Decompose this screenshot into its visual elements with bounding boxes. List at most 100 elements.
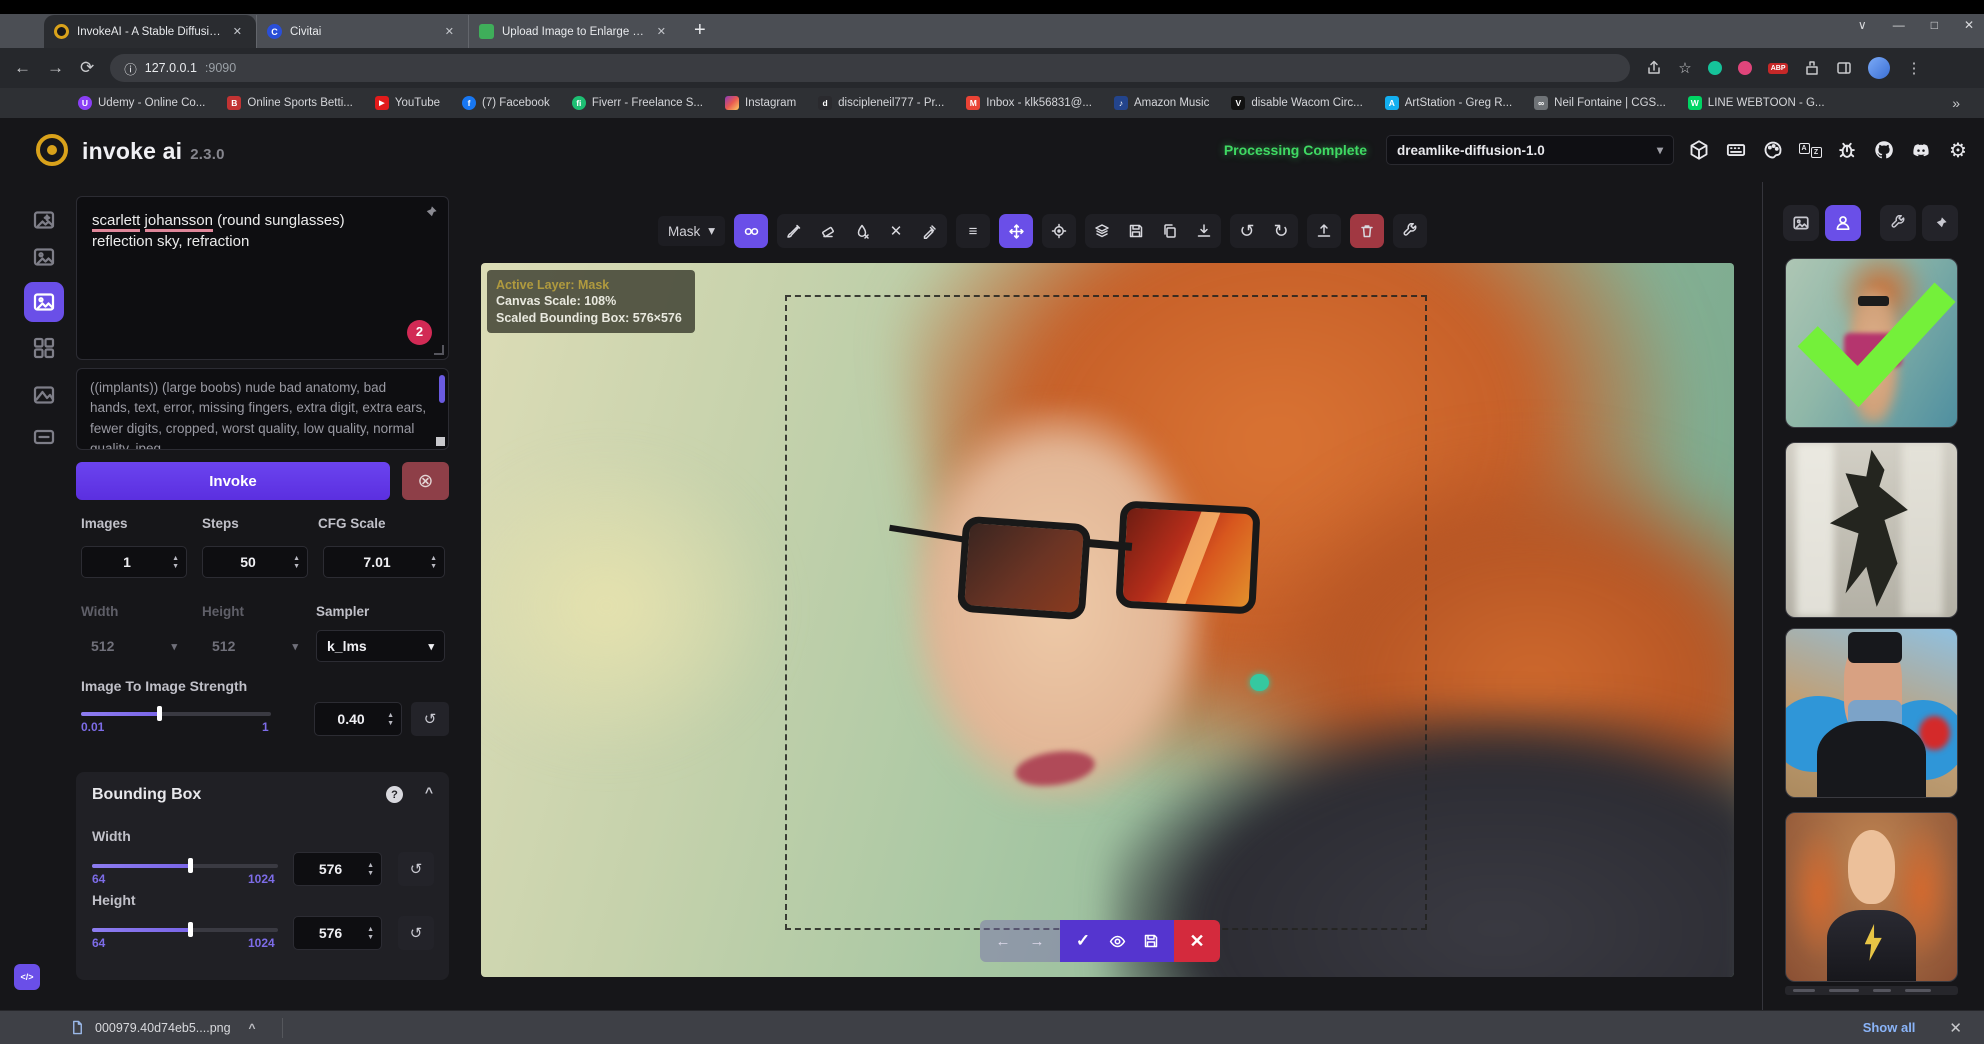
- download-item[interactable]: 000979.40d74eb5....png ^: [70, 1020, 256, 1035]
- fill-mask-icon[interactable]: [845, 214, 879, 248]
- resize-handle[interactable]: [436, 437, 445, 446]
- i2i-strength-input[interactable]: 0.40 ▲▼: [314, 702, 402, 736]
- stepper-icons[interactable]: ▲▼: [430, 555, 444, 570]
- reload-icon[interactable]: ⟳: [80, 58, 94, 78]
- upload-image-icon[interactable]: [1307, 214, 1341, 248]
- reset-view-icon[interactable]: [1042, 214, 1076, 248]
- window-close-icon[interactable]: ✕: [1964, 18, 1974, 32]
- stepper-icons[interactable]: ▲▼: [172, 555, 186, 570]
- scrollbar-thumb[interactable]: [439, 375, 445, 403]
- tab-close-icon[interactable]: ✕: [229, 23, 246, 40]
- next-image-icon[interactable]: →: [1020, 924, 1054, 958]
- bookmark-sports[interactable]: BOnline Sports Betti...: [227, 96, 352, 110]
- canvas-viewport[interactable]: Active Layer: Mask Canvas Scale: 108% Sc…: [481, 263, 1734, 977]
- bookmark-webtoon[interactable]: WLINE WEBTOON - G...: [1688, 96, 1825, 110]
- address-bar[interactable]: ⓘ 127.0.0.1:9090: [110, 54, 1630, 82]
- previous-image-icon[interactable]: ←: [986, 924, 1020, 958]
- sampler-select[interactable]: k_lms▾: [316, 630, 445, 662]
- bookmark-facebook[interactable]: f(7) Facebook: [462, 96, 550, 110]
- clear-mask-icon[interactable]: ✕: [879, 214, 913, 248]
- undo-icon[interactable]: ↺: [1230, 214, 1264, 248]
- report-bug-icon[interactable]: [1835, 138, 1859, 162]
- invoke-button[interactable]: Invoke: [76, 462, 390, 500]
- gallery-scrollbar[interactable]: [1785, 986, 1958, 995]
- extensions-puzzle-icon[interactable]: [1804, 60, 1820, 76]
- help-icon[interactable]: ?: [386, 786, 403, 803]
- reset-icon[interactable]: ↺: [398, 916, 434, 950]
- collapse-icon[interactable]: ^: [425, 784, 433, 800]
- layer-select[interactable]: Mask ▾: [658, 216, 725, 246]
- github-icon[interactable]: [1872, 138, 1896, 162]
- bbox-width-input[interactable]: 576 ▲▼: [293, 852, 382, 886]
- bbox-height-input[interactable]: 576 ▲▼: [293, 916, 382, 950]
- merge-layers-icon[interactable]: [1085, 214, 1119, 248]
- bounding-box-selection[interactable]: [785, 295, 1427, 930]
- show-all-link[interactable]: Show all: [1863, 1020, 1916, 1035]
- clear-canvas-icon[interactable]: [1350, 214, 1384, 248]
- eraser-tool-icon[interactable]: [811, 214, 845, 248]
- download-image-icon[interactable]: [1187, 214, 1221, 248]
- pin-icon[interactable]: [423, 205, 438, 226]
- i2i-strength-slider[interactable]: [81, 712, 271, 716]
- tab-civitai[interactable]: C Civitai ✕: [256, 15, 468, 48]
- mask-options-button[interactable]: [734, 214, 768, 248]
- new-tab-button[interactable]: +: [694, 19, 706, 42]
- discord-icon[interactable]: [1909, 138, 1933, 162]
- gallery-settings-icon[interactable]: [1880, 205, 1916, 241]
- stepper-icons[interactable]: ▲▼: [387, 712, 401, 727]
- share-icon[interactable]: [1646, 60, 1662, 76]
- save-to-gallery-icon[interactable]: [1119, 214, 1153, 248]
- reset-icon[interactable]: ↺: [398, 852, 434, 886]
- gallery-thumbnail-selected[interactable]: [1785, 258, 1958, 428]
- stepper-icons[interactable]: ▲▼: [367, 926, 381, 941]
- bbox-width-slider[interactable]: [92, 864, 278, 868]
- color-picker-icon[interactable]: [913, 214, 947, 248]
- images-input[interactable]: 1 ▲▼: [81, 546, 187, 578]
- gallery-images-tab[interactable]: [1783, 205, 1819, 241]
- gallery-user-tab[interactable]: [1825, 205, 1861, 241]
- tab-training[interactable]: [30, 423, 58, 451]
- tab-image-to-image[interactable]: [30, 243, 58, 271]
- theme-palette-icon[interactable]: [1761, 138, 1785, 162]
- copy-to-clipboard-icon[interactable]: [1153, 214, 1187, 248]
- bookmark-udemy[interactable]: UUdemy - Online Co...: [78, 96, 205, 110]
- negative-prompt-input[interactable]: ((implants)) (large boobs) nude bad anat…: [76, 368, 449, 450]
- gallery-pin-icon[interactable]: [1922, 205, 1958, 241]
- maximize-icon[interactable]: □: [1931, 18, 1938, 32]
- site-info-icon[interactable]: ⓘ: [124, 59, 137, 78]
- bookmark-youtube[interactable]: ▶YouTube: [375, 96, 440, 110]
- tab-close-icon[interactable]: ✕: [653, 23, 670, 40]
- prompt-input[interactable]: scarlett johansson (round sunglasses) re…: [76, 196, 449, 360]
- tab-nodes[interactable]: [30, 334, 58, 362]
- model-select[interactable]: dreamlike-diffusion-1.0 ▾: [1386, 135, 1674, 165]
- tab-unified-canvas[interactable]: [24, 282, 64, 322]
- bookmark-amazon-music[interactable]: ♪Amazon Music: [1114, 96, 1209, 110]
- hotkeys-icon[interactable]: [1724, 138, 1748, 162]
- tab-search-icon[interactable]: ∨: [1858, 18, 1867, 32]
- mask-settings-icon[interactable]: ≡: [956, 214, 990, 248]
- forward-icon[interactable]: →: [47, 58, 64, 78]
- tab-close-icon[interactable]: ✕: [441, 23, 458, 40]
- canvas-settings-icon[interactable]: [1393, 214, 1427, 248]
- download-caret-icon[interactable]: ^: [249, 1021, 256, 1035]
- resize-handle[interactable]: [434, 345, 444, 355]
- profile-avatar[interactable]: [1868, 57, 1890, 79]
- brush-tool-icon[interactable]: [777, 214, 811, 248]
- gallery-thumbnail[interactable]: [1785, 628, 1958, 798]
- cancel-button[interactable]: ⊗: [402, 462, 449, 500]
- extension-pink-icon[interactable]: [1738, 61, 1752, 75]
- console-toggle-button[interactable]: </>: [14, 964, 40, 990]
- back-icon[interactable]: ←: [14, 58, 31, 78]
- tab-postprocessing[interactable]: [30, 381, 58, 409]
- minimize-icon[interactable]: —: [1893, 18, 1905, 32]
- bookmark-instagram[interactable]: Instagram: [725, 96, 796, 110]
- bookmark-fiverr[interactable]: fiFiverr - Freelance S...: [572, 96, 703, 110]
- downloads-close-icon[interactable]: ✕: [1949, 1019, 1962, 1037]
- stepper-icons[interactable]: ▲▼: [293, 555, 307, 570]
- bookmark-artstation[interactable]: AArtStation - Greg R...: [1385, 96, 1512, 110]
- bookmark-inbox[interactable]: MInbox - klk56831@...: [966, 96, 1092, 110]
- gallery-thumbnail[interactable]: [1785, 812, 1958, 982]
- slider-thumb[interactable]: [157, 706, 162, 721]
- redo-icon[interactable]: ↻: [1264, 214, 1298, 248]
- bookmark-wacom[interactable]: Vdisable Wacom Circ...: [1231, 96, 1362, 110]
